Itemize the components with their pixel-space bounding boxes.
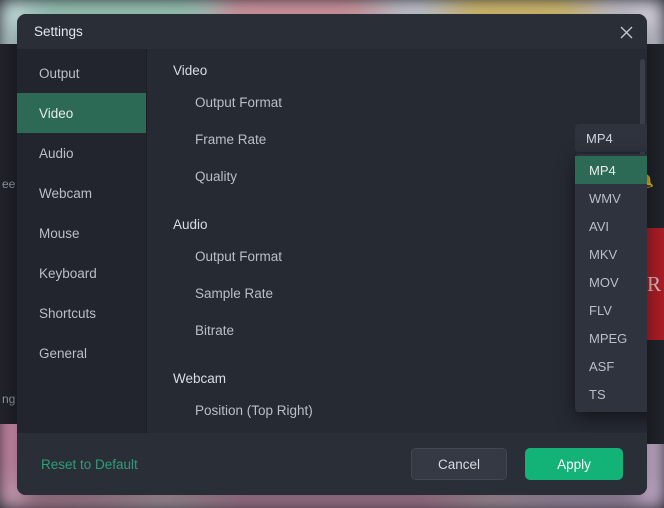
background-red-panel-letter: R [646, 272, 662, 296]
dropdown-option-label: MPEG [589, 330, 628, 346]
dropdown-option-asf[interactable]: ASF [575, 352, 647, 380]
dropdown-option-label: TS [589, 386, 606, 402]
sidebar-item-keyboard[interactable]: Keyboard [17, 253, 146, 293]
setting-row-webcam-position[interactable]: Position (Top Right) [147, 392, 647, 429]
dropdown-option-label: WMV [589, 190, 621, 206]
dropdown-option-mov[interactable]: MOV [575, 268, 647, 296]
background-text-fragment-2: ng [2, 392, 16, 406]
setting-label: Sample Rate [195, 286, 274, 301]
setting-row-video-quality[interactable]: Quality [147, 158, 647, 195]
setting-label: Quality [195, 169, 238, 184]
dropdown-selected-value: MP4 [586, 130, 613, 146]
sidebar-item-label: Keyboard [39, 265, 97, 281]
setting-label: Position (Top Right) [195, 403, 313, 418]
sidebar-item-label: Mouse [39, 225, 80, 241]
close-icon[interactable] [613, 19, 639, 45]
sidebar-item-general[interactable]: General [17, 333, 146, 373]
setting-row-video-output-format[interactable]: Output Format [147, 84, 647, 121]
setting-label: Output Format [195, 95, 283, 110]
dropdown-option-mpeg[interactable]: MPEG [575, 324, 647, 352]
dropdown-option-label: MKV [589, 246, 618, 262]
section-heading-video: Video [173, 63, 208, 78]
dialog-body: Output Video Audio Webcam Mouse Keyboard… [17, 49, 647, 433]
dropdown-option-label: MP4 [589, 162, 616, 178]
setting-row-video-frame-rate[interactable]: Frame Rate [147, 121, 647, 158]
setting-row-audio-output-format[interactable]: Output Format [147, 238, 647, 275]
sidebar-item-label: Shortcuts [39, 305, 97, 321]
sidebar-item-mouse[interactable]: Mouse [17, 213, 146, 253]
settings-content-panel: Video Output Format Frame Rate Quality A… [147, 49, 647, 433]
dropdown-option-mp4[interactable]: MP4 [575, 156, 647, 184]
reset-to-default-button[interactable]: Reset to Default [41, 457, 138, 472]
dropdown-option-label: FLV [589, 302, 612, 318]
sidebar-item-video[interactable]: Video [17, 93, 146, 133]
dropdown-option-label: ASF [589, 358, 615, 374]
video-output-format-dropdown-list: MP4 WMV AVI MKV MOV FLV MPEG ASF TS [575, 154, 647, 412]
dropdown-option-wmv[interactable]: WMV [575, 184, 647, 212]
sidebar-item-label: Audio [39, 145, 74, 161]
video-output-format-dropdown-trigger[interactable]: MP4 [575, 124, 647, 152]
setting-label: Output Format [195, 249, 283, 264]
sidebar-item-shortcuts[interactable]: Shortcuts [17, 293, 146, 333]
sidebar-item-label: Output [39, 65, 80, 81]
dropdown-option-label: AVI [589, 218, 609, 234]
sidebar-item-label: Video [39, 105, 74, 121]
sidebar-item-audio[interactable]: Audio [17, 133, 146, 173]
setting-label: Frame Rate [195, 132, 267, 147]
background-text-fragment-1: ee [2, 177, 16, 191]
sidebar-item-label: General [39, 345, 88, 361]
dropdown-option-mkv[interactable]: MKV [575, 240, 647, 268]
dropdown-option-avi[interactable]: AVI [575, 212, 647, 240]
settings-dialog: Settings Output Video Audio Webcam Mouse… [17, 14, 647, 495]
dialog-footer: Reset to Default Cancel Apply [17, 433, 647, 495]
dialog-titlebar: Settings [17, 14, 647, 49]
cancel-button[interactable]: Cancel [411, 448, 507, 480]
setting-row-audio-bitrate[interactable]: Bitrate [147, 312, 647, 349]
dropdown-option-label: MOV [589, 274, 619, 290]
video-output-format-dropdown: MP4 MP4 WMV AVI MKV MOV FLV MPEG ASF TS [575, 124, 647, 412]
sidebar-item-output[interactable]: Output [17, 53, 146, 93]
settings-sidebar: Output Video Audio Webcam Mouse Keyboard… [17, 49, 147, 433]
setting-label: Bitrate [195, 323, 235, 338]
setting-row-audio-sample-rate[interactable]: Sample Rate [147, 275, 647, 312]
dropdown-option-ts[interactable]: TS [575, 380, 647, 408]
dropdown-option-flv[interactable]: FLV [575, 296, 647, 324]
sidebar-item-webcam[interactable]: Webcam [17, 173, 146, 213]
footer-button-group: Cancel Apply [411, 448, 623, 480]
sidebar-item-label: Webcam [39, 185, 93, 201]
apply-button[interactable]: Apply [525, 448, 623, 480]
dialog-title: Settings [34, 24, 83, 39]
